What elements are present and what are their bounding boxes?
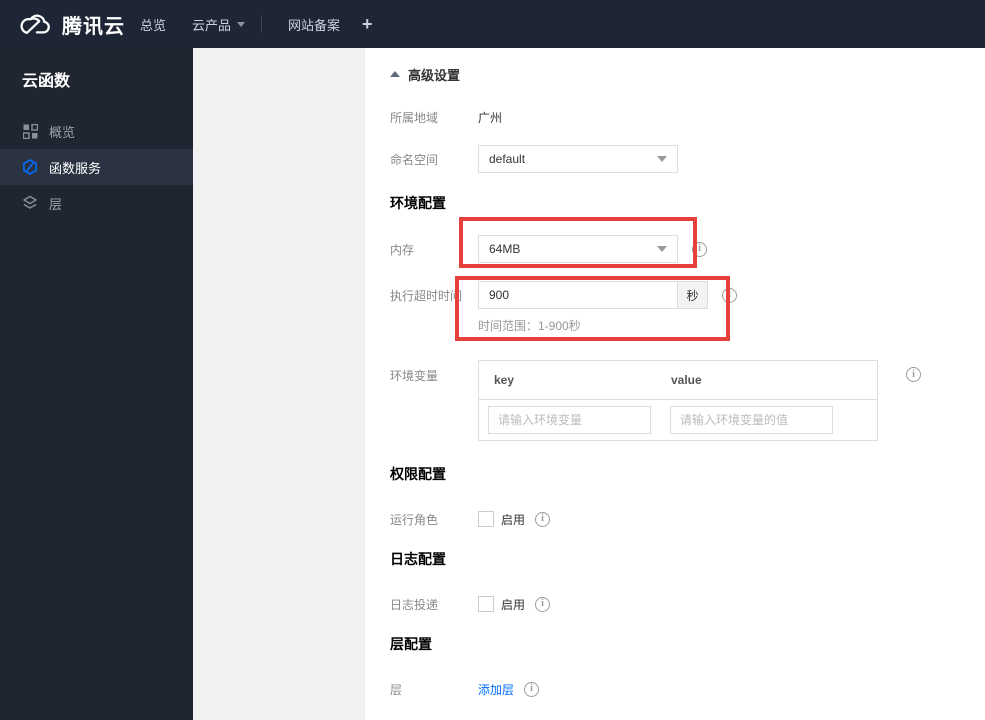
region-label: 所属地域: [390, 110, 439, 125]
sidebar-item-function-service[interactable]: 函数服务: [0, 149, 193, 185]
sidebar-item-label: 层: [49, 196, 63, 212]
memory-info-icon[interactable]: i: [692, 241, 707, 257]
run-role-checkbox[interactable]: [478, 511, 494, 527]
log-delivery-checkbox[interactable]: [478, 596, 494, 612]
log-delivery-enable-label: 启用: [501, 597, 526, 612]
env-vars-label: 环境变量: [390, 369, 439, 383]
memory-label: 内存: [390, 242, 415, 257]
add-layer-link[interactable]: 添加层: [478, 681, 514, 698]
log-delivery-row: 日志投递 启用 i: [390, 590, 985, 618]
namespace-selected-value: default: [489, 152, 526, 166]
env-vars-table: key value: [478, 360, 878, 441]
memory-select[interactable]: 64MB: [478, 235, 678, 263]
top-navigation-bar: 腾讯云 总览 云产品 网站备案 +: [0, 0, 985, 48]
env-vars-table-header: key value: [479, 361, 877, 400]
run-role-label: 运行角色: [390, 512, 439, 527]
region-row: 所属地域 广州: [390, 103, 985, 131]
layers-icon: [22, 195, 38, 211]
timeout-unit-suffix: 秒: [678, 281, 708, 309]
brand-name: 腾讯云: [62, 15, 125, 38]
env-value-input[interactable]: [670, 406, 833, 434]
function-config-form: 高级设置 所属地域 广州 命名空间 default 环境配置 内存 64MB i…: [365, 48, 985, 720]
env-vars-input-row: [479, 400, 877, 440]
sidebar-item-label: 概览: [49, 124, 76, 140]
nav-item-cloud-products[interactable]: 云产品: [192, 15, 246, 34]
log-config-section-title: 日志配置: [390, 551, 446, 567]
advanced-settings-toggle[interactable]: 高级设置: [390, 66, 985, 83]
nav-divider: [261, 15, 263, 33]
run-role-enable-label: 启用: [501, 512, 526, 527]
nav-item-website-icp[interactable]: 网站备案: [288, 15, 340, 34]
namespace-label: 命名空间: [390, 152, 439, 167]
sidebar-title: 云函数: [22, 73, 71, 90]
memory-selected-value: 64MB: [489, 242, 521, 256]
scf-hexagon-icon: [22, 159, 38, 175]
env-config-section-title: 环境配置: [390, 195, 446, 211]
layer-label: 层: [390, 682, 403, 697]
env-key-input[interactable]: [488, 406, 651, 434]
cloud-logo-icon: [18, 12, 52, 37]
timeout-info-icon[interactable]: i: [722, 287, 737, 303]
run-role-row: 运行角色 启用 i: [390, 505, 985, 533]
add-tab-button[interactable]: +: [362, 14, 373, 35]
chevron-down-icon: [657, 246, 667, 252]
env-value-header: value: [671, 373, 702, 387]
sidebar-item-overview[interactable]: 概览: [0, 113, 193, 149]
sidebar-menu: 概览 函数服务 层: [0, 113, 193, 221]
grid-icon: [22, 123, 38, 139]
layer-info-icon[interactable]: i: [524, 681, 540, 697]
top-nav-menu: 总览 云产品 网站备案 +: [140, 14, 373, 35]
log-delivery-label: 日志投递: [390, 597, 439, 612]
timeout-label: 执行超时时间: [390, 288, 463, 303]
collapse-arrow-icon: [390, 71, 400, 77]
log-delivery-info-icon[interactable]: i: [535, 596, 551, 612]
timeout-row: 执行超时时间 秒 i: [390, 281, 985, 309]
chevron-down-icon: [657, 156, 667, 162]
sidebar-item-label: 函数服务: [49, 160, 102, 176]
env-vars-row: 环境变量 key value i: [390, 360, 985, 441]
env-key-header: key: [494, 373, 515, 387]
region-value: 广州: [478, 110, 503, 125]
namespace-row: 命名空间 default: [390, 145, 985, 173]
nav-item-overview[interactable]: 总览: [140, 15, 166, 34]
page-background-panel: [193, 48, 365, 720]
advanced-settings-label: 高级设置: [408, 67, 461, 83]
namespace-select[interactable]: default: [478, 145, 678, 173]
layer-config-section-title: 层配置: [390, 636, 432, 652]
chevron-down-icon: [237, 21, 246, 27]
sidebar-item-layers[interactable]: 层: [0, 185, 193, 221]
tencent-cloud-logo[interactable]: 腾讯云: [0, 10, 140, 39]
layer-row: 层 添加层 i: [390, 675, 985, 703]
timeout-input-group: 秒: [478, 281, 708, 309]
left-sidebar: 云函数 概览 函数服务 层: [0, 48, 193, 720]
run-role-info-icon[interactable]: i: [535, 511, 551, 527]
env-vars-info-icon[interactable]: i: [906, 367, 921, 382]
memory-row: 内存 64MB i: [390, 235, 985, 263]
timeout-range-hint: 时间范围：1-900秒: [478, 319, 581, 333]
perm-config-section-title: 权限配置: [390, 466, 446, 482]
timeout-input[interactable]: [478, 281, 678, 309]
